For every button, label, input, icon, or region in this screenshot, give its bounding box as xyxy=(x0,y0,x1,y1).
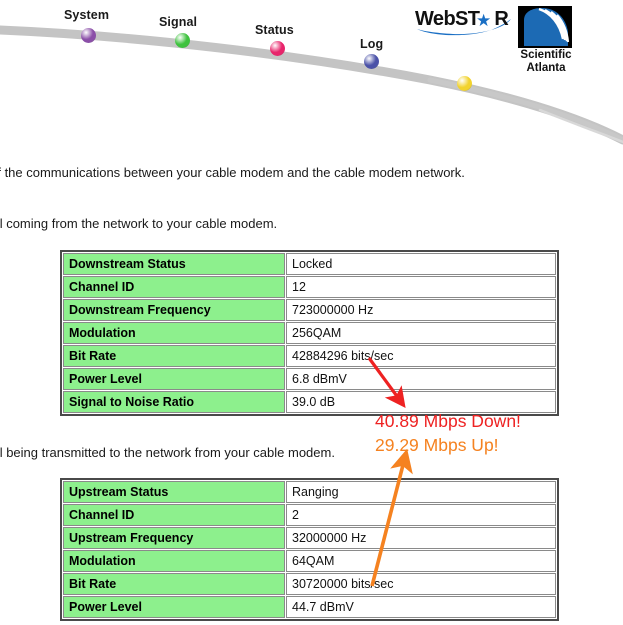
sa-line-2: Atlanta xyxy=(526,61,566,74)
table-row: Power Level 44.7 dBmV xyxy=(63,596,556,618)
table-cell-key: Downstream Frequency xyxy=(63,299,285,321)
table-cell-value: 2 xyxy=(286,504,556,526)
upstream-table-body: Upstream Status Ranging Channel ID 2 Upstrea… xyxy=(63,481,556,618)
table-cell-key: Upstream Status xyxy=(63,481,285,503)
table-cell-value: 256QAM xyxy=(286,322,556,344)
table-row: Upstream Status Ranging xyxy=(63,481,556,503)
downstream-speed-annotation: 40.89 Mbps Down! xyxy=(375,411,521,431)
upstream-status-table: Upstream Status Ranging Channel ID 2 Upstrea… xyxy=(60,478,559,621)
table-cell-value: 6.8 dBmV xyxy=(286,368,556,390)
table-row: Downstream Frequency 723000000 Hz xyxy=(63,299,556,321)
table-row: Channel ID 2 xyxy=(63,504,556,526)
table-cell-key: Upstream Frequency xyxy=(63,527,285,549)
star-icon: ★ xyxy=(476,11,492,30)
table-row: Channel ID 12 xyxy=(63,276,556,298)
webstar-wordmark-left: WebST xyxy=(415,8,480,30)
table-cell-value: Locked xyxy=(286,253,556,275)
table-row: Downstream Status Locked xyxy=(63,253,556,275)
table-row: Signal to Noise Ratio 39.0 dB xyxy=(63,391,556,413)
webstar-wordmark-right: R xyxy=(494,8,509,30)
table-cell-value: 64QAM xyxy=(286,550,556,572)
upstream-intro-paragraph: gnal being transmitted to the network fr… xyxy=(0,445,335,460)
upstream-speed-annotation: 29.29 Mbps Up! xyxy=(375,435,499,455)
table-cell-value: Ranging xyxy=(286,481,556,503)
nav-item-signal[interactable]: Signal xyxy=(159,15,197,29)
scientific-atlanta-wordmark: Scientific Atlanta xyxy=(513,49,579,74)
table-cell-key: Channel ID xyxy=(63,504,285,526)
nav-node-dot-status[interactable] xyxy=(270,41,285,56)
sa-line-1: Scientific xyxy=(520,49,572,61)
nav-node-dot-signal[interactable] xyxy=(175,33,190,48)
table-cell-key: Power Level xyxy=(63,368,285,390)
nav-node-dot-system[interactable] xyxy=(81,28,96,43)
table-row: Upstream Frequency 32000000 Hz xyxy=(63,527,556,549)
table-cell-value: 30720000 bits/sec xyxy=(286,573,556,595)
table-cell-value: 39.0 dB xyxy=(286,391,556,413)
table-cell-value: 44.7 dBmV xyxy=(286,596,556,618)
table-row: Modulation 256QAM xyxy=(63,322,556,344)
scientific-atlanta-logo: Scientific Atlanta xyxy=(513,6,579,74)
scientific-atlanta-mark-icon xyxy=(518,6,572,48)
table-cell-key: Bit Rate xyxy=(63,345,285,367)
table-cell-key: Bit Rate xyxy=(63,573,285,595)
downstream-status-table: Downstream Status Locked Channel ID 12 Downs… xyxy=(60,250,559,416)
table-cell-value: 42884296 bits/sec xyxy=(286,345,556,367)
nav-node-dot-unlabeled-4[interactable] xyxy=(457,76,472,91)
nav-item-log[interactable]: Log xyxy=(360,37,383,51)
table-row: Bit Rate 42884296 bits/sec xyxy=(63,345,556,367)
nav-node-dot-log[interactable] xyxy=(364,54,379,69)
table-cell-key: Signal to Noise Ratio xyxy=(63,391,285,413)
table-row: Bit Rate 30720000 bits/sec xyxy=(63,573,556,595)
webstar-wordmark: WebST R xyxy=(415,8,509,31)
table-row: Power Level 6.8 dBmV xyxy=(63,368,556,390)
nav-item-status[interactable]: Status xyxy=(255,23,294,37)
header-banner: System Signal Status Log WebST R ★ Scientifi… xyxy=(0,0,623,145)
table-cell-value: 32000000 Hz xyxy=(286,527,556,549)
table-cell-key: Modulation xyxy=(63,322,285,344)
webstar-logo: WebST R ★ xyxy=(415,8,513,38)
downstream-intro-paragraph: gnal coming from the network to your cab… xyxy=(0,216,278,231)
table-row: Modulation 64QAM xyxy=(63,550,556,572)
downstream-table-body: Downstream Status Locked Channel ID 12 Downs… xyxy=(63,253,556,413)
table-cell-key: Channel ID xyxy=(63,276,285,298)
table-cell-key: Modulation xyxy=(63,550,285,572)
table-cell-value: 12 xyxy=(286,276,556,298)
table-cell-key: Power Level xyxy=(63,596,285,618)
table-cell-key: Downstream Status xyxy=(63,253,285,275)
table-cell-value: 723000000 Hz xyxy=(286,299,556,321)
intro-paragraph: y of the communications between your cab… xyxy=(0,165,465,180)
nav-item-system[interactable]: System xyxy=(64,8,109,22)
